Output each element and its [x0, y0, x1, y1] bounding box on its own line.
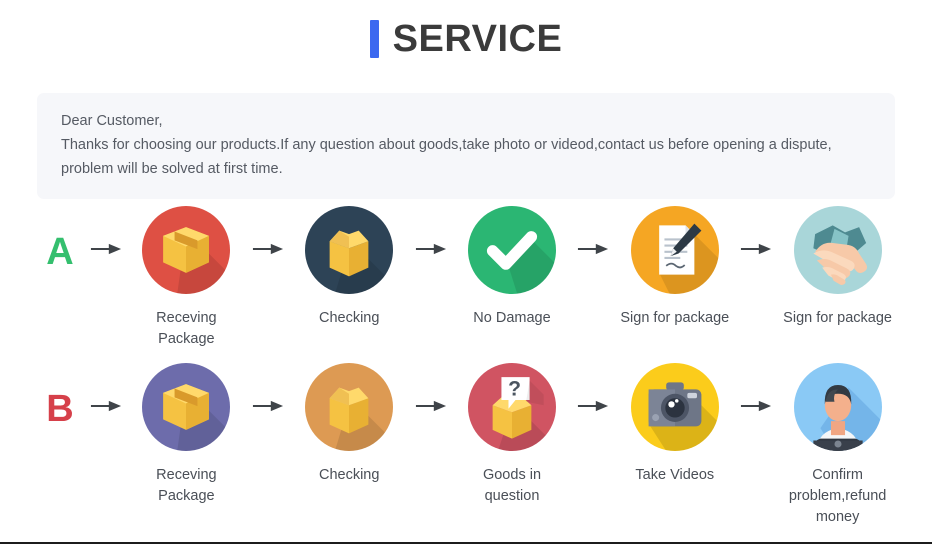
right-arrow-icon	[407, 206, 455, 256]
notice-line-1: Dear Customer,	[61, 113, 163, 129]
question-box-icon: ?	[467, 363, 556, 451]
flow-step[interactable]: ? Goods in question	[455, 363, 570, 507]
flow-step-label: Take Videos	[635, 467, 715, 483]
bottom-divider	[0, 542, 932, 544]
flow-step-label: Goods in question	[482, 467, 542, 504]
flow-step-label: Checking	[318, 467, 380, 483]
title-accent-bar	[369, 20, 379, 58]
page-title: SERVICE	[0, 0, 932, 58]
notice-line-3: problem will be solved at first time.	[61, 161, 283, 177]
right-arrow-icon	[407, 363, 455, 413]
flow-step[interactable]: Sign for package	[617, 206, 732, 329]
handshake-icon	[793, 206, 882, 294]
flow-step[interactable]: Receving Package	[129, 206, 244, 350]
flow-step-label: Confirm problem,refund money	[788, 467, 887, 525]
flow-step-label: No Damage	[473, 310, 551, 326]
right-arrow-icon	[83, 363, 129, 413]
right-arrow-icon	[244, 206, 292, 256]
support-agent-icon	[793, 363, 882, 451]
flow-step[interactable]: Take Videos	[617, 363, 732, 486]
checkmark-icon	[467, 206, 556, 294]
notice-line-2: Thanks for choosing our products.If any …	[61, 137, 832, 153]
right-arrow-icon	[83, 206, 129, 256]
right-arrow-icon	[244, 363, 292, 413]
svg-text:?: ?	[508, 378, 521, 401]
closed-box-icon	[142, 363, 231, 451]
flow-step[interactable]: No Damage	[455, 206, 570, 329]
flow-step[interactable]: Checking	[292, 363, 407, 486]
customer-notice-box: Dear Customer, Thanks for choosing our p…	[37, 93, 895, 199]
closed-box-icon	[142, 206, 231, 294]
right-arrow-icon	[569, 363, 617, 413]
right-arrow-icon	[732, 206, 780, 256]
flow-step-label: Receving Package	[156, 310, 217, 347]
flow-step-label: Checking	[318, 310, 380, 326]
right-arrow-icon	[569, 206, 617, 256]
camera-icon	[630, 363, 719, 451]
flow-step[interactable]: Receving Package	[129, 363, 244, 507]
open-box-icon	[305, 363, 394, 451]
flow-letter-a: A	[46, 231, 74, 273]
page-title-text: SERVICE	[392, 18, 563, 60]
flow-step-label: Receving Package	[156, 467, 217, 504]
flow-step[interactable]: Confirm problem,refund money	[780, 363, 895, 528]
flow-step-label: Sign for package	[620, 310, 730, 326]
flow-row-b: B Receving Package Checking? Goods in quest…	[37, 363, 895, 528]
right-arrow-icon	[732, 363, 780, 413]
document-pen-icon	[630, 206, 719, 294]
flow-step-label: Sign for package	[783, 310, 892, 326]
flow-step[interactable]: Sign for package	[780, 206, 895, 329]
open-box-icon	[305, 206, 394, 294]
flow-letter-b: B	[46, 388, 74, 430]
flow-step[interactable]: Checking	[292, 206, 407, 329]
flow-row-a: A Receving Package Checking No Damage Sign f…	[37, 206, 895, 350]
